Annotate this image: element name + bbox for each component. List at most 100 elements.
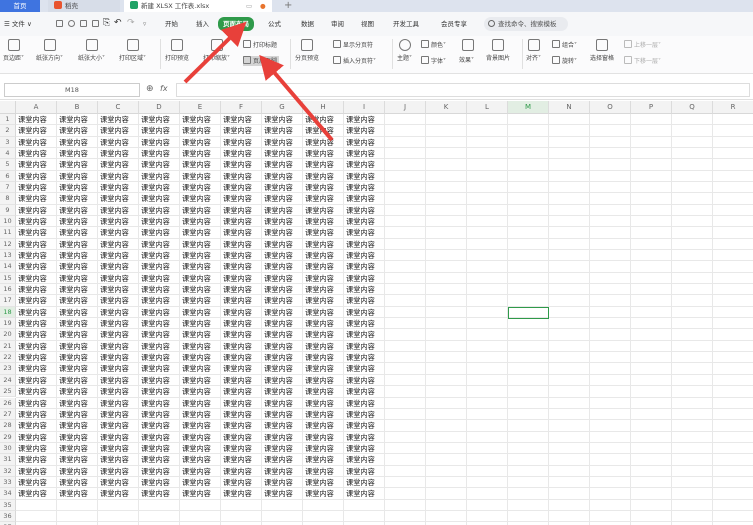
data-cell[interactable]: 课堂内容 (346, 171, 385, 182)
data-cell[interactable]: 课堂内容 (223, 125, 262, 136)
data-cell[interactable]: 课堂内容 (182, 318, 221, 329)
data-cell[interactable]: 课堂内容 (346, 432, 385, 443)
data-cell[interactable]: 课堂内容 (223, 307, 262, 318)
data-cell[interactable]: 课堂内容 (264, 125, 303, 136)
data-cell[interactable]: 课堂内容 (100, 137, 139, 148)
data-cell[interactable]: 课堂内容 (264, 261, 303, 272)
row-header[interactable]: 4 (0, 148, 16, 160)
row-header[interactable]: 16 (0, 284, 16, 296)
column-header[interactable]: I (344, 101, 385, 114)
menu-item-home[interactable]: 开始 (165, 18, 178, 30)
data-cell[interactable]: 课堂内容 (223, 250, 262, 261)
data-cell[interactable]: 课堂内容 (305, 273, 344, 284)
data-cell[interactable]: 课堂内容 (59, 318, 98, 329)
data-cell[interactable]: 课堂内容 (182, 159, 221, 170)
data-cell[interactable]: 课堂内容 (305, 318, 344, 329)
row-header[interactable]: 6 (0, 170, 16, 183)
data-cell[interactable]: 课堂内容 (141, 125, 180, 136)
data-cell[interactable]: 课堂内容 (305, 363, 344, 374)
column-header[interactable]: O (590, 101, 631, 114)
data-cell[interactable]: 课堂内容 (223, 159, 262, 170)
data-cell[interactable]: 课堂内容 (305, 341, 344, 352)
data-cell[interactable]: 课堂内容 (182, 273, 221, 284)
data-cell[interactable]: 课堂内容 (100, 114, 139, 125)
format-painter-icon[interactable]: ⎘ (103, 17, 110, 29)
data-cell[interactable]: 课堂内容 (141, 420, 180, 431)
data-cell[interactable]: 课堂内容 (305, 182, 344, 193)
data-cell[interactable]: 课堂内容 (305, 193, 344, 204)
data-cell[interactable]: 课堂内容 (305, 227, 344, 238)
data-cell[interactable]: 课堂内容 (346, 137, 385, 148)
data-cell[interactable]: 课堂内容 (264, 239, 303, 250)
redo-icon[interactable]: ↷ (127, 17, 135, 29)
data-cell[interactable]: 课堂内容 (141, 375, 180, 386)
data-cell[interactable]: 课堂内容 (141, 137, 180, 148)
data-cell[interactable]: 课堂内容 (59, 409, 98, 420)
data-cell[interactable]: 课堂内容 (59, 273, 98, 284)
data-cell[interactable]: 课堂内容 (18, 125, 57, 136)
file-menu[interactable]: ☰ 文件 ∨ (4, 18, 32, 30)
data-cell[interactable]: 课堂内容 (59, 261, 98, 272)
undo-icon[interactable]: ↶ (114, 17, 122, 29)
data-cell[interactable]: 课堂内容 (18, 148, 57, 159)
data-cell[interactable]: 课堂内容 (182, 216, 221, 227)
data-cell[interactable]: 课堂内容 (100, 125, 139, 136)
data-cell[interactable]: 课堂内容 (305, 159, 344, 170)
data-cell[interactable]: 课堂内容 (59, 148, 98, 159)
row-header[interactable]: 33 (0, 476, 16, 489)
data-cell[interactable]: 课堂内容 (223, 341, 262, 352)
data-cell[interactable]: 课堂内容 (100, 307, 139, 318)
orientation-button[interactable]: 纸张方向˅ (36, 39, 63, 62)
data-cell[interactable]: 课堂内容 (18, 227, 57, 238)
data-cell[interactable]: 课堂内容 (346, 261, 385, 272)
data-cell[interactable]: 课堂内容 (59, 159, 98, 170)
data-cell[interactable]: 课堂内容 (100, 363, 139, 374)
menu-item-view[interactable]: 视图 (361, 18, 374, 30)
data-cell[interactable]: 课堂内容 (59, 171, 98, 182)
data-cell[interactable]: 课堂内容 (100, 171, 139, 182)
data-cell[interactable]: 课堂内容 (182, 432, 221, 443)
data-cell[interactable]: 课堂内容 (182, 148, 221, 159)
fonts-button[interactable]: 字体˅ (421, 56, 446, 66)
data-cell[interactable]: 课堂内容 (59, 114, 98, 125)
data-cell[interactable]: 课堂内容 (264, 114, 303, 125)
data-cell[interactable]: 课堂内容 (100, 341, 139, 352)
data-cell[interactable]: 课堂内容 (223, 386, 262, 397)
row-header[interactable]: 32 (0, 465, 16, 477)
data-cell[interactable]: 课堂内容 (223, 409, 262, 420)
data-cell[interactable]: 课堂内容 (264, 375, 303, 386)
send-backward-button[interactable]: 下移一层˅ (624, 56, 661, 66)
data-cell[interactable]: 课堂内容 (141, 352, 180, 363)
row-header[interactable]: 18 (0, 306, 16, 319)
data-cell[interactable]: 课堂内容 (59, 432, 98, 443)
data-cell[interactable]: 课堂内容 (100, 375, 139, 386)
row-header[interactable]: 19 (0, 318, 16, 330)
data-cell[interactable]: 课堂内容 (100, 216, 139, 227)
menu-item-page-layout[interactable]: 页面布局 (218, 17, 254, 31)
data-cell[interactable]: 课堂内容 (305, 295, 344, 306)
data-cell[interactable]: 课堂内容 (182, 488, 221, 499)
data-cell[interactable]: 课堂内容 (223, 420, 262, 431)
data-cell[interactable]: 课堂内容 (100, 250, 139, 261)
row-header[interactable]: 12 (0, 238, 16, 251)
group-button[interactable]: 组合˅ (552, 40, 577, 50)
data-cell[interactable]: 课堂内容 (305, 466, 344, 477)
data-cell[interactable]: 课堂内容 (18, 114, 57, 125)
data-cell[interactable]: 课堂内容 (346, 239, 385, 250)
row-header[interactable]: 1 (0, 114, 16, 126)
row-header[interactable]: 20 (0, 329, 16, 341)
data-cell[interactable]: 课堂内容 (223, 114, 262, 125)
data-cell[interactable]: 课堂内容 (264, 216, 303, 227)
data-cell[interactable]: 课堂内容 (141, 250, 180, 261)
data-cell[interactable]: 课堂内容 (346, 148, 385, 159)
data-cell[interactable]: 课堂内容 (346, 363, 385, 374)
data-cell[interactable]: 课堂内容 (141, 363, 180, 374)
data-cell[interactable]: 课堂内容 (182, 466, 221, 477)
paper-size-button[interactable]: 纸张大小˅ (78, 39, 105, 62)
data-cell[interactable]: 课堂内容 (100, 432, 139, 443)
worksheet-grid[interactable]: A B C D E F G H I J K L M N O P Q R 1 课堂内容 课堂内容 课堂内容 课堂内容 课堂内容课… (0, 101, 753, 525)
data-cell[interactable]: 课堂内容 (100, 386, 139, 397)
data-cell[interactable]: 课堂内容 (18, 318, 57, 329)
formula-input[interactable] (176, 83, 750, 97)
print-scale-button[interactable]: 打印缩放˅ (203, 39, 230, 62)
